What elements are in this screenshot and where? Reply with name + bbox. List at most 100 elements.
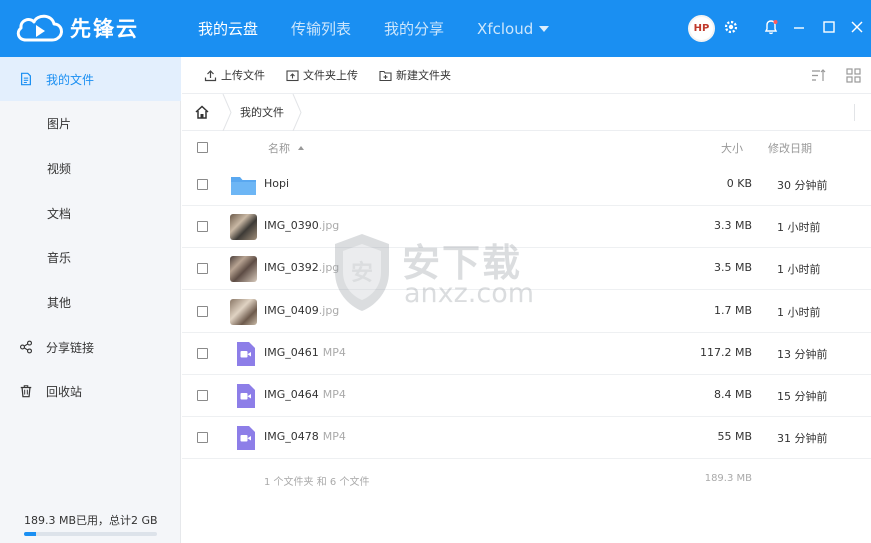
- nav-account-dropdown[interactable]: Xfcloud: [477, 19, 550, 38]
- upload-file-button[interactable]: 上传文件: [204, 67, 265, 83]
- upload-folder-label: 文件夹上传: [303, 69, 358, 82]
- row-checkbox[interactable]: [197, 390, 208, 401]
- file-name[interactable]: IMG_0390.jpg: [264, 219, 339, 232]
- table-row[interactable]: IMG_0464 MP4 8.4 MB 15 分钟前: [182, 375, 871, 417]
- minimize-icon[interactable]: [790, 18, 808, 36]
- nav-account-label: Xfcloud: [477, 19, 534, 38]
- row-checkbox[interactable]: [197, 432, 208, 444]
- video-file-icon: [232, 341, 259, 367]
- file-modified-date: 1 小时前: [777, 263, 821, 277]
- toolbar: 上传文件 文件夹上传 新建文件夹: [182, 57, 871, 94]
- app-name: 先锋云: [70, 17, 139, 41]
- summary-size: 189.3 MB: [704, 473, 752, 484]
- column-name-header[interactable]: 名称: [268, 140, 304, 156]
- upload-file-label: 上传文件: [221, 69, 265, 82]
- file-name[interactable]: Hopi: [264, 177, 289, 190]
- table-row[interactable]: Hopi 0 KB 30 分钟前: [182, 164, 871, 206]
- table-row[interactable]: IMG_0478 MP4 55 MB 31 分钟前: [182, 417, 871, 460]
- sidebar-item-label: 视频: [47, 161, 72, 176]
- file-size: 8.4 MB: [713, 388, 752, 401]
- file-modified-date: 1 小时前: [777, 305, 821, 319]
- sort-asc-icon: [298, 145, 304, 150]
- file-name[interactable]: IMG_0461 MP4: [264, 346, 346, 359]
- gear-icon[interactable]: [722, 18, 740, 36]
- table-row[interactable]: IMG_0390.jpg 3.3 MB 1 小时前: [182, 206, 871, 249]
- breadcrumb-current[interactable]: 我的文件: [240, 104, 284, 120]
- storage-usage-text: 189.3 MB已用，总计2 GB: [24, 514, 158, 527]
- file-modified-date: 30 分钟前: [777, 179, 828, 192]
- cloud-play-logo-icon: [16, 14, 63, 42]
- sidebar: 我的文件 图片 视频 文档 音乐 其他 分享链接 回收站 189.3 MB已用，…: [0, 57, 181, 543]
- sidebar-item-label: 分享链接: [46, 340, 95, 355]
- file-modified-date: 15 分钟前: [777, 390, 828, 403]
- column-date-header[interactable]: 修改日期: [768, 140, 812, 156]
- breadcrumb-divider: [854, 104, 855, 121]
- close-icon[interactable]: [848, 18, 866, 36]
- nav-my-cloud[interactable]: 我的云盘: [198, 18, 258, 39]
- trash-icon: [18, 383, 34, 399]
- sidebar-item-other[interactable]: 其他: [0, 280, 181, 324]
- nav-my-cloud-label: 我的云盘: [198, 20, 259, 38]
- file-name[interactable]: IMG_0392.jpg: [264, 261, 339, 274]
- table-row[interactable]: IMG_0392.jpg 3.5 MB 1 小时前: [182, 248, 871, 291]
- row-checkbox[interactable]: [197, 263, 208, 275]
- file-name[interactable]: IMG_0409.jpg: [264, 304, 339, 317]
- file-list-summary: 1 个文件夹 和 6 个文件 189.3 MB: [182, 470, 871, 490]
- file-name-base: IMG_0478: [264, 430, 319, 444]
- file-modified-date: 31 分钟前: [777, 432, 828, 446]
- image-thumbnail: [230, 214, 257, 241]
- file-modified-date: 13 分钟前: [777, 347, 828, 361]
- chevron-down-icon: [539, 25, 550, 32]
- select-all-checkbox[interactable]: [197, 142, 208, 153]
- main-nav: 我的云盘 传输列表 我的分享 Xfcloud: [198, 0, 582, 57]
- file-icon: [18, 71, 34, 87]
- sidebar-item-videos[interactable]: 视频: [0, 146, 181, 190]
- row-checkbox[interactable]: [197, 179, 208, 190]
- column-name-label: 名称: [268, 141, 290, 155]
- sidebar-item-label: 音乐: [47, 250, 72, 265]
- file-name[interactable]: IMG_0464 MP4: [264, 388, 346, 401]
- table-row[interactable]: IMG_0461 MP4 117.2 MB 13 分钟前: [182, 333, 871, 375]
- folder-icon: [230, 172, 257, 198]
- maximize-icon[interactable]: [820, 18, 838, 36]
- avatar[interactable]: HP: [688, 15, 715, 42]
- sidebar-item-music[interactable]: 音乐: [0, 235, 181, 279]
- image-thumbnail: [230, 256, 257, 283]
- file-size: 3.5 MB: [713, 261, 752, 275]
- new-folder-button[interactable]: 新建文件夹: [379, 67, 451, 83]
- row-checkbox[interactable]: [197, 221, 208, 233]
- bell-icon[interactable]: [762, 18, 780, 36]
- video-file-icon: [232, 425, 259, 451]
- storage-progress-bar: [24, 532, 157, 536]
- sidebar-item-label: 图片: [47, 116, 72, 131]
- grid-view-icon[interactable]: [845, 67, 862, 84]
- file-size: 117.2 MB: [699, 345, 752, 359]
- app-logo: 先锋云: [14, 10, 139, 46]
- file-name-base: IMG_0392: [264, 261, 319, 275]
- nav-my-share[interactable]: 我的分享: [384, 18, 444, 39]
- row-checkbox[interactable]: [197, 347, 208, 359]
- sidebar-item-documents[interactable]: 文档: [0, 191, 181, 235]
- file-extension: MP4: [322, 388, 346, 401]
- home-icon[interactable]: [182, 94, 222, 131]
- sidebar-item-images[interactable]: 图片: [0, 101, 181, 145]
- sort-icon[interactable]: [810, 67, 827, 84]
- sidebar-item-label: 我的文件: [46, 72, 95, 87]
- row-checkbox[interactable]: [197, 305, 208, 317]
- table-row[interactable]: IMG_0409.jpg 1.7 MB 1 小时前: [182, 291, 871, 333]
- nav-transfer-list[interactable]: 传输列表: [291, 18, 351, 39]
- sidebar-item-recycle-bin[interactable]: 回收站: [0, 369, 181, 413]
- file-name-base: IMG_0461: [264, 345, 319, 359]
- sidebar-item-my-files[interactable]: 我的文件: [0, 57, 181, 101]
- folder-upload-icon: [286, 69, 299, 81]
- file-extension: MP4: [322, 430, 346, 444]
- upload-folder-button[interactable]: 文件夹上传: [286, 67, 358, 83]
- sidebar-item-label: 回收站: [46, 384, 83, 399]
- file-name[interactable]: IMG_0478 MP4: [264, 430, 346, 443]
- summary-count: 1 个文件夹 和 6 个文件: [264, 477, 370, 488]
- file-extension: MP4: [322, 345, 346, 359]
- sidebar-item-share-links[interactable]: 分享链接: [0, 325, 181, 369]
- breadcrumb-separator-icon: [292, 93, 302, 131]
- column-size-header[interactable]: 大小: [721, 140, 743, 156]
- file-size: 0 KB: [726, 177, 752, 190]
